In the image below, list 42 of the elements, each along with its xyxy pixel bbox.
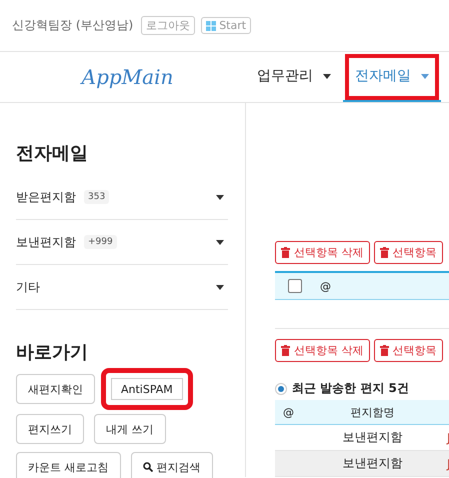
table-cell-text: 보낸편지함 (342, 429, 404, 446)
folder-item[interactable]: 보낸편지함 +999 (16, 220, 228, 265)
caret-icon (421, 74, 429, 78)
radio-button[interactable] (275, 382, 287, 394)
count-badge: +999 (84, 235, 117, 249)
shortcut-button[interactable]: AntiSPAM (105, 372, 189, 406)
shortcut-button[interactable]: 편지검색 (130, 452, 212, 478)
select-all-checkbox[interactable] (288, 279, 302, 293)
column-header: @ (282, 406, 295, 418)
table-cell-text: 보낸편지함 (342, 455, 404, 472)
delete-button[interactable]: 선택항목 (374, 339, 442, 362)
caret-icon (323, 74, 331, 78)
shortcut-button[interactable]: 편지쓰기 (16, 414, 84, 444)
user-name: 신강혁팀장 (부산영남) (12, 17, 134, 34)
section-title: 최근 발송한 편지 5건 (292, 380, 409, 397)
caret-icon (216, 194, 224, 200)
delete-button[interactable]: 선택항목 (374, 241, 442, 264)
logo[interactable]: AppMain (72, 65, 174, 89)
nav-tab[interactable]: 업무관리 (245, 52, 343, 102)
delete-button[interactable]: 선택항목 삭제 (275, 339, 370, 362)
folder-item[interactable]: 받은편지함 353 (16, 175, 228, 220)
caret-icon (216, 284, 224, 290)
column-header: @ (320, 280, 331, 292)
shortcut-button[interactable]: 내게 쓰기 (94, 414, 166, 444)
table-cell-text: J (445, 456, 449, 470)
count-badge: 353 (84, 190, 110, 204)
trash-icon (281, 247, 290, 258)
shortcut-button[interactable]: 카운트 새로고침 (16, 452, 120, 478)
shortcut-button[interactable]: 새편지확인 (16, 374, 95, 404)
section-title: 전자메일 (16, 142, 89, 165)
section-title: 바로가기 (16, 341, 89, 364)
trash-icon (281, 345, 290, 356)
windows-icon (206, 20, 216, 30)
delete-button[interactable]: 선택항목 삭제 (275, 241, 370, 264)
caret-icon (216, 240, 224, 244)
trash-icon (380, 345, 388, 356)
nav-tab[interactable]: 전자메일 (343, 52, 441, 102)
search-icon (142, 462, 152, 472)
trash-icon (380, 247, 388, 258)
table-cell-text: J (445, 430, 449, 444)
folder-item[interactable]: 기타 (16, 265, 228, 310)
column-header: 편지함명 (350, 404, 396, 420)
